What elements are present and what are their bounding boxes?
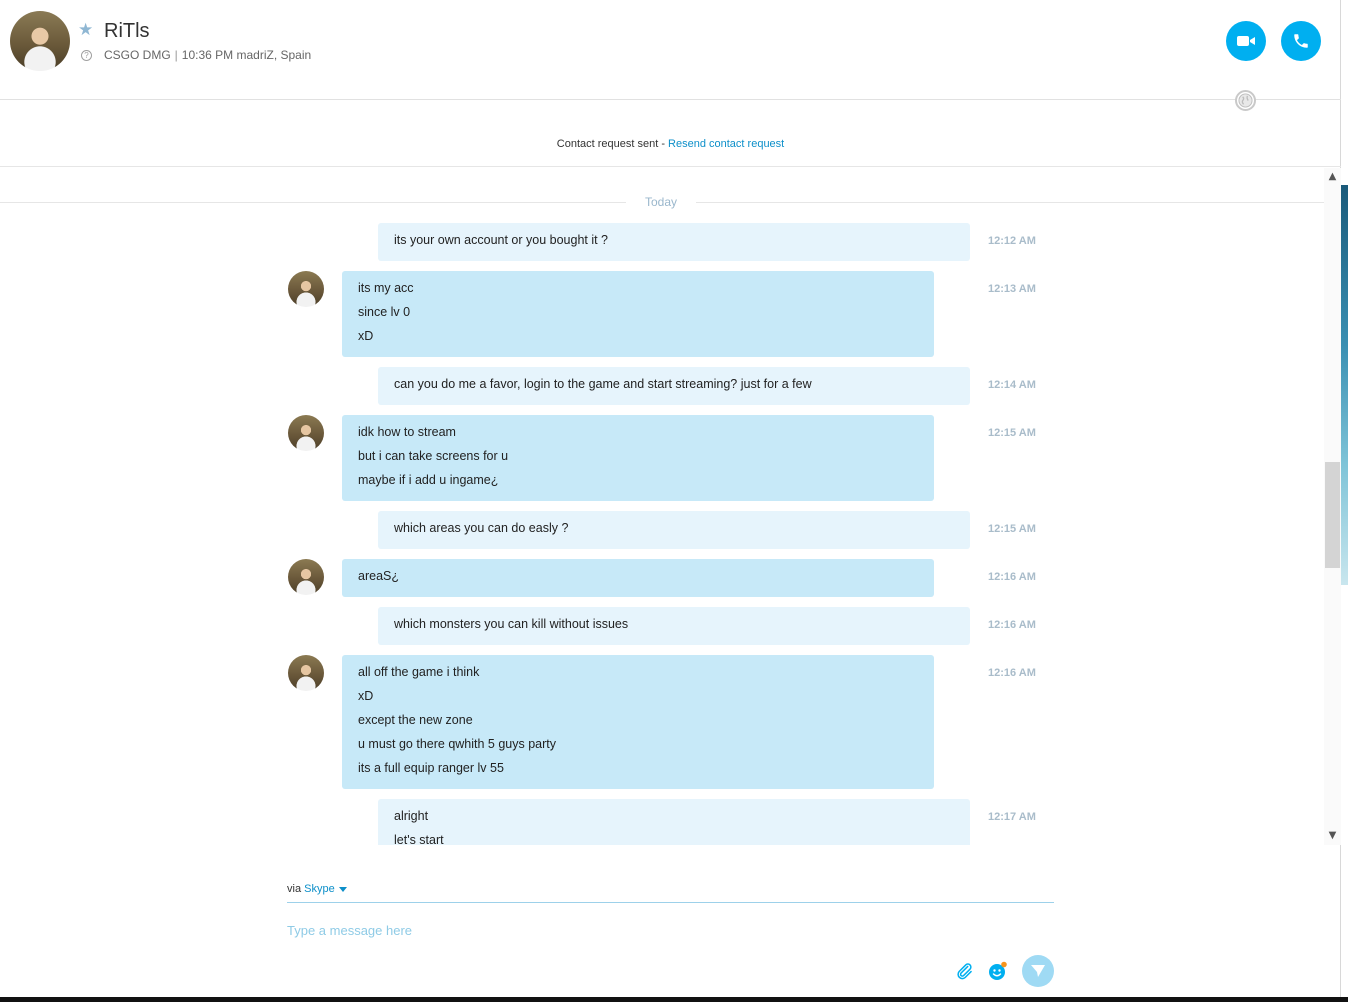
message-text: areaS¿ (358, 569, 399, 583)
message-text: its your own account or you bought it ? (394, 233, 609, 247)
video-call-icon (1237, 36, 1255, 46)
sender-avatar[interactable] (288, 559, 324, 595)
chevron-down-icon[interactable] (338, 886, 347, 892)
emoji-button[interactable] (987, 960, 1009, 982)
local-time-location: 10:36 PM madriZ, Spain (181, 48, 312, 62)
message-text: maybe if i add u ingame¿ (358, 473, 499, 487)
emoji-icon (989, 961, 1007, 980)
date-label: Today (626, 195, 696, 209)
chevron-up-icon[interactable]: ▲ (1324, 170, 1341, 184)
message-text: its my acc (358, 281, 414, 295)
message-text: except the new zone (358, 713, 473, 727)
chevron-down-icon[interactable]: ▼ (1324, 829, 1341, 843)
phone-icon (1294, 34, 1308, 48)
video-call-button[interactable] (1226, 21, 1266, 61)
mood-message: CSGO DMG (104, 48, 171, 62)
message-text: all off the game i think (358, 665, 480, 679)
message-timestamp: 12:17 AM (988, 811, 1036, 823)
message-timestamp: 12:15 AM (988, 427, 1036, 439)
contact-mood-line: CSGO DMG | 10:36 PM madriZ, Spain (104, 48, 311, 62)
message-text: alright (394, 809, 429, 823)
message-text: xD (358, 689, 374, 703)
message-text: which areas you can do easly ? (394, 521, 569, 535)
background-window-edge (1341, 185, 1348, 585)
via-selector[interactable]: via Skype (287, 883, 347, 895)
conversation-header: ★ RiTls ? CSGO DMG | 10:36 PM madriZ, Spai… (0, 0, 1341, 100)
sender-avatar[interactable] (288, 415, 324, 451)
message-timestamp: 12:15 AM (988, 523, 1036, 535)
taskbar-edge (0, 997, 1348, 1002)
audio-call-button[interactable] (1281, 21, 1321, 61)
paperclip-icon (957, 963, 972, 980)
message-scrollbar[interactable]: ▲ ▼ (1324, 168, 1341, 845)
contact-request-status: Contact request sent - (556, 138, 669, 150)
message-text: since lv 0 (358, 305, 411, 319)
contact-name[interactable]: RiTls (104, 20, 150, 43)
via-label: via (287, 883, 302, 895)
message-incoming[interactable]: areaS¿ (342, 559, 934, 597)
mood-separator: | (174, 48, 178, 62)
message-text: can you do me a favor, login to the game… (394, 377, 812, 391)
contact-avatar[interactable] (10, 11, 70, 71)
message-input[interactable] (287, 919, 927, 941)
message-history[interactable]: Today its your own account or you bought… (0, 168, 1324, 845)
message-text: u must go there qwhith 5 guys party (358, 737, 557, 751)
message-outgoing[interactable]: alright let's start (378, 799, 970, 845)
message-timestamp: 12:13 AM (988, 283, 1036, 295)
send-icon (1031, 965, 1045, 977)
message-timestamp: 12:16 AM (988, 571, 1036, 583)
message-text: idk how to stream (358, 425, 456, 439)
message-incoming[interactable]: its my acc since lv 0 xD (342, 271, 934, 357)
contact-request-text: Contact request sent - Resend contact re… (0, 138, 1341, 150)
contact-request-notice: Contact request sent - Resend contact re… (0, 101, 1341, 167)
message-text: its a full equip ranger lv 55 (358, 761, 504, 775)
message-timestamp: 12:16 AM (988, 619, 1036, 631)
scrollbar-thumb[interactable] (1325, 462, 1340, 568)
message-outgoing[interactable]: its your own account or you bought it ? (378, 223, 970, 261)
message-incoming[interactable]: all off the game i think xD except the n… (342, 655, 934, 789)
resend-contact-request-link[interactable]: Resend contact request (668, 138, 784, 150)
help-icon: ? (81, 50, 92, 61)
attach-button[interactable] (953, 960, 975, 982)
message-text: let's start (394, 833, 444, 845)
message-timestamp: 12:16 AM (988, 667, 1036, 679)
message-outgoing[interactable]: which monsters you can kill without issu… (378, 607, 970, 645)
send-button[interactable] (1022, 955, 1054, 987)
star-icon[interactable]: ★ (78, 22, 93, 39)
message-text: xD (358, 329, 374, 343)
message-incoming[interactable]: idk how to stream but i can take screens… (342, 415, 934, 501)
message-text: but i can take screens for u (358, 449, 509, 463)
message-outgoing[interactable]: can you do me a favor, login to the game… (378, 367, 970, 405)
message-timestamp: 12:12 AM (988, 235, 1036, 247)
sender-avatar[interactable] (288, 655, 324, 691)
message-text: which monsters you can kill without issu… (394, 617, 629, 631)
sender-avatar[interactable] (288, 271, 324, 307)
via-service[interactable]: Skype (304, 883, 335, 895)
composer-divider (287, 902, 1054, 903)
message-outgoing[interactable]: which areas you can do easly ? (378, 511, 970, 549)
message-timestamp: 12:14 AM (988, 379, 1036, 391)
